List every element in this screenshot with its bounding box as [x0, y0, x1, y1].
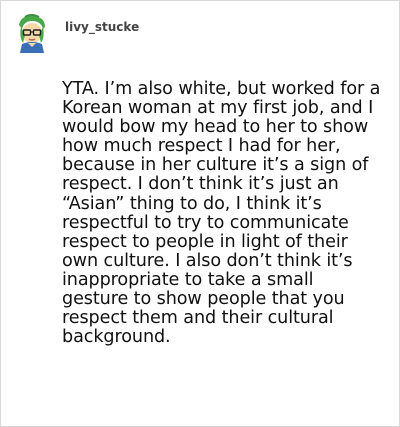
- avatar-icon[interactable]: [15, 13, 49, 53]
- post-header: livy_stucke: [15, 13, 139, 53]
- post-card: livy_stucke YTA. I’m also white, but wor…: [0, 0, 400, 427]
- username-link[interactable]: livy_stucke: [65, 20, 139, 34]
- avatar-illustration: [19, 14, 45, 53]
- post-text: YTA. I’m also white, but worked for a Ko…: [62, 79, 381, 348]
